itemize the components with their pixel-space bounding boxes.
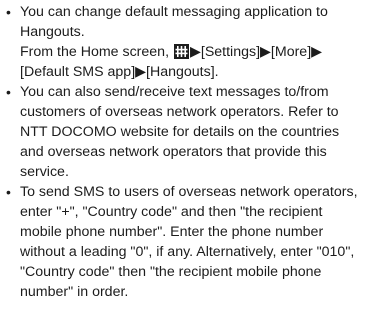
note-text-line: You can change default messaging applica… bbox=[20, 4, 328, 20]
note-text-line: You can also send/receive text messages … bbox=[20, 84, 329, 100]
bullet-marker: • bbox=[6, 184, 11, 200]
apps-grid-icon bbox=[173, 44, 189, 59]
bullet-marker: • bbox=[6, 4, 11, 20]
note-text-line: customers of overseas network operators.… bbox=[20, 104, 339, 120]
note-item-overseas-receive: • You can also send/receive text message… bbox=[0, 82, 384, 182]
note-text-line: and overseas network operators that prov… bbox=[20, 144, 327, 160]
steps-line-2: [Default SMS app]▶[Hangouts]. bbox=[20, 64, 219, 80]
note-text-line: number" in order. bbox=[20, 284, 129, 300]
note-text-line: NTT DOCOMO website for details on the co… bbox=[20, 124, 340, 140]
note-text-line: enter "+", "Country code" and then "the … bbox=[20, 204, 323, 220]
notes-list: • You can change default messaging appli… bbox=[0, 2, 384, 302]
bullet-marker: • bbox=[6, 84, 11, 100]
note-text-line: mobile phone number". Enter the phone nu… bbox=[20, 224, 324, 240]
steps-path: ▶[Settings]▶[More]▶ bbox=[189, 44, 323, 60]
note-text-line: Hangouts. bbox=[20, 24, 85, 40]
note-page: • You can change default messaging appli… bbox=[0, 2, 384, 302]
note-text-line: without a leading "0", if any. Alternati… bbox=[20, 244, 355, 260]
note-item-overseas-send: • To send SMS to users of overseas netwo… bbox=[0, 182, 384, 302]
steps-prefix: From the Home screen, bbox=[20, 44, 173, 60]
note-text-line: "Country code" then "the recipient mobil… bbox=[20, 264, 322, 280]
steps-line: From the Home screen, ▶[Settings]▶[More]… bbox=[20, 42, 384, 62]
note-item-default-sms: • You can change default messaging appli… bbox=[0, 2, 384, 82]
note-text-line: service. bbox=[20, 164, 69, 180]
note-text-line: To send SMS to users of overseas network… bbox=[20, 184, 358, 200]
